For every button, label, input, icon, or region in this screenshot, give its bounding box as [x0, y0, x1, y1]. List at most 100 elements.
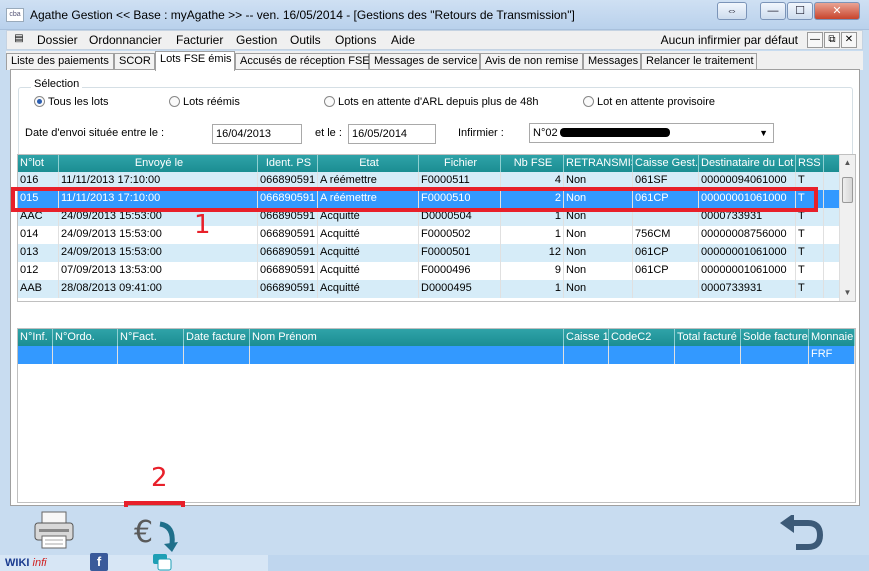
menu-ordonnancier[interactable]: Ordonnancier [89, 33, 162, 47]
tab-lots-fse-emis[interactable]: Lots FSE émis [155, 51, 235, 71]
table-cell: Non [566, 228, 587, 240]
mdi-close-button[interactable]: ✕ [841, 32, 857, 48]
nurse-select-value: N°02 [533, 127, 558, 139]
date-and-label: et le : [315, 127, 342, 139]
column-header[interactable]: N°Inf. [18, 329, 53, 346]
column-header[interactable]: Nb FSE [501, 155, 564, 172]
menu-outils[interactable]: Outils [290, 33, 321, 47]
table-cell: Acquitté [320, 246, 360, 258]
column-header[interactable]: Fichier [419, 155, 501, 172]
radio-lots-attente-arl[interactable]: Lots en attente d'ARL depuis plus de 48h [324, 96, 538, 108]
tab-messages-service[interactable]: Messages de service [369, 53, 480, 70]
chat-icon[interactable] [152, 553, 172, 571]
table-cell: T [798, 246, 805, 258]
title-bar: cba Agathe Gestion << Base : myAgathe >>… [0, 0, 869, 30]
cell-divider [823, 262, 824, 280]
mdi-restore-button[interactable]: ⧉ [824, 32, 840, 48]
table-cell: 00000001061000 [701, 246, 787, 258]
column-header[interactable]: Total facturé [675, 329, 741, 346]
table-row[interactable]: 014 24/09/2013 15:53:00 066890591 Acquitté F… [18, 226, 840, 244]
column-header[interactable]: RSS [796, 155, 824, 172]
column-header[interactable]: Caisse Gest. [633, 155, 699, 172]
nurse-select[interactable]: N°02 ▼ [529, 123, 774, 143]
menu-gestion[interactable]: Gestion [236, 33, 277, 47]
printer-icon[interactable] [33, 510, 75, 550]
table-cell: Acquitté [320, 282, 360, 294]
table-cell: F0000501 [421, 246, 471, 258]
table-cell: T [798, 228, 805, 240]
back-arrow-icon[interactable] [778, 515, 824, 551]
scroll-up-icon[interactable]: ▲ [840, 155, 855, 170]
column-header[interactable]: Envoyé le [59, 155, 258, 172]
table-cell: D0000495 [421, 282, 472, 294]
column-header[interactable]: N°lot [18, 155, 59, 172]
euro-resend-icon[interactable]: € [132, 510, 180, 554]
menu-bar: ▤ Dossier Ordonnancier Facturier Gestion… [6, 30, 863, 50]
wiki-label: WIKI [5, 557, 30, 569]
table-cell [18, 346, 53, 364]
table-cell: F0000496 [421, 264, 471, 276]
mdi-doc-icon[interactable]: ▤ [10, 32, 28, 48]
date-from-input[interactable]: 16/04/2013 [212, 124, 302, 144]
table-cell: 756CM [635, 228, 671, 240]
date-to-input[interactable]: 16/05/2014 [348, 124, 436, 144]
cell-divider [854, 346, 855, 364]
column-header[interactable]: Monnaie [809, 329, 855, 346]
menu-options[interactable]: Options [335, 33, 376, 47]
radio-lots-reemis[interactable]: Lots réémis [169, 96, 240, 108]
menu-facturier[interactable]: Facturier [176, 33, 223, 47]
column-header[interactable]: Solde facture [741, 329, 809, 346]
close-button[interactable]: ✕ [814, 2, 860, 20]
radio-dot-icon [34, 96, 45, 107]
column-header[interactable]: Date facture [184, 329, 250, 346]
tab-relancer-traitement[interactable]: Relancer le traitement [641, 53, 757, 70]
minimize-button[interactable]: — [760, 2, 786, 20]
radio-lot-attente-provisoire[interactable]: Lot en attente provisoire [583, 96, 715, 108]
swap-window-button[interactable]: ⇔ [717, 2, 747, 20]
column-header[interactable]: Caisse 1 [564, 329, 609, 346]
table-row[interactable]: FRF [18, 346, 855, 364]
column-header[interactable]: Nom Prénom [250, 329, 564, 346]
annotation-box-1 [11, 187, 818, 212]
facebook-icon[interactable]: f [90, 553, 108, 571]
lots-scrollbar[interactable]: ▲ ▼ [839, 155, 855, 301]
tab-scor[interactable]: SCOR [114, 53, 155, 70]
cell-divider [823, 208, 824, 226]
table-cell [564, 346, 609, 364]
table-row[interactable]: 012 07/09/2013 13:53:00 066890591 Acquitté F… [18, 262, 840, 280]
tab-messages[interactable]: Messages [583, 53, 641, 70]
column-header[interactable]: Ident. PS [258, 155, 318, 172]
tab-accuses-reception[interactable]: Accusés de réception FSE [235, 53, 370, 70]
tab-strip: Liste des paiements SCOR Lots FSE émis A… [6, 51, 863, 71]
tab-avis-non-remise[interactable]: Avis de non remise [480, 53, 583, 70]
table-row[interactable]: 013 24/09/2013 15:53:00 066890591 Acquitté F… [18, 244, 840, 262]
table-cell [609, 346, 675, 364]
table-cell: 013 [20, 246, 39, 258]
table-cell: T [798, 282, 805, 294]
column-header[interactable]: Etat [318, 155, 419, 172]
table-cell [675, 346, 741, 364]
table-cell: 061CP [635, 246, 669, 258]
table-cell: 24/09/2013 15:53:00 [61, 228, 162, 240]
column-header[interactable]: Destinataire du Lot [699, 155, 796, 172]
column-header[interactable]: N°Fact. [118, 329, 184, 346]
radio-tous-les-lots[interactable]: Tous les lots [34, 96, 109, 108]
table-cell: 12 [548, 246, 561, 258]
column-header[interactable]: CodeC2 [609, 329, 675, 346]
column-header[interactable]: N°Ordo. [53, 329, 118, 346]
main-panel: Sélection Tous les lots Lots réémis Lots… [10, 69, 860, 506]
radio-dot-icon [324, 96, 335, 107]
menu-dossier[interactable]: Dossier [37, 33, 78, 47]
table-row[interactable]: AAB 28/08/2013 09:41:00 066890591 Acquitté D… [18, 280, 840, 298]
table-cell: 28/08/2013 09:41:00 [61, 282, 162, 294]
table-cell: Acquitté [320, 228, 360, 240]
column-header[interactable]: RETRANSMIS [564, 155, 633, 172]
maximize-button[interactable]: ☐ [787, 2, 813, 20]
menu-aide[interactable]: Aide [391, 33, 415, 47]
wiki-infi-link[interactable]: WIKI infi [5, 557, 47, 569]
tab-liste-paiements[interactable]: Liste des paiements [6, 53, 114, 70]
scroll-down-icon[interactable]: ▼ [840, 285, 855, 300]
scroll-thumb[interactable] [842, 177, 853, 203]
table-cell: T [798, 264, 805, 276]
mdi-minimize-button[interactable]: — [807, 32, 823, 48]
